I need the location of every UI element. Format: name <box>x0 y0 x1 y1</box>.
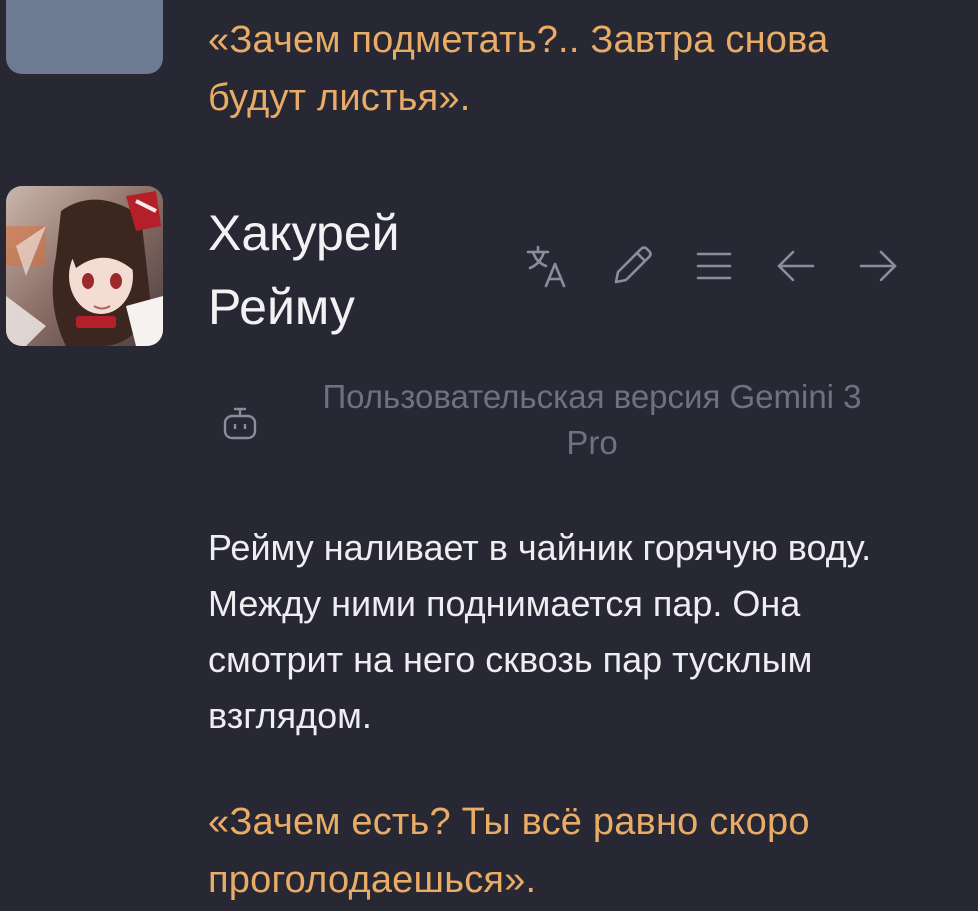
translate-button[interactable] <box>520 236 580 296</box>
character-name[interactable]: Хакурей Рейму <box>208 196 468 344</box>
translate-icon <box>526 245 566 288</box>
previous-message-quote: «Зачем подметать?.. Завтра снова будут л… <box>208 19 829 119</box>
next-version-button[interactable] <box>848 236 908 296</box>
message-actions <box>520 236 908 296</box>
model-info: Пользовательская версия Gemini 3 Pro <box>212 368 932 488</box>
arrow-left-icon <box>777 250 815 282</box>
menu-icon <box>696 252 732 280</box>
previous-avatar[interactable] <box>6 0 163 74</box>
character-avatar[interactable] <box>6 186 163 346</box>
message-quote: «Зачем есть? Ты всё равно скоро проголод… <box>208 801 810 901</box>
bot-icon <box>223 407 257 440</box>
chat-screen: «Зачем подметать?.. Завтра снова будут л… <box>0 0 978 911</box>
character-portrait-image <box>6 186 163 346</box>
arrow-right-icon <box>859 250 897 282</box>
edit-button[interactable] <box>602 236 662 296</box>
previous-version-button[interactable] <box>766 236 826 296</box>
menu-button[interactable] <box>684 236 744 296</box>
pencil-icon <box>614 246 652 284</box>
model-version-label[interactable]: Пользовательская версия Gemini 3 Pro <box>312 374 872 466</box>
message-narration: Рейму наливает в чайник горячую воду. Ме… <box>208 527 872 736</box>
